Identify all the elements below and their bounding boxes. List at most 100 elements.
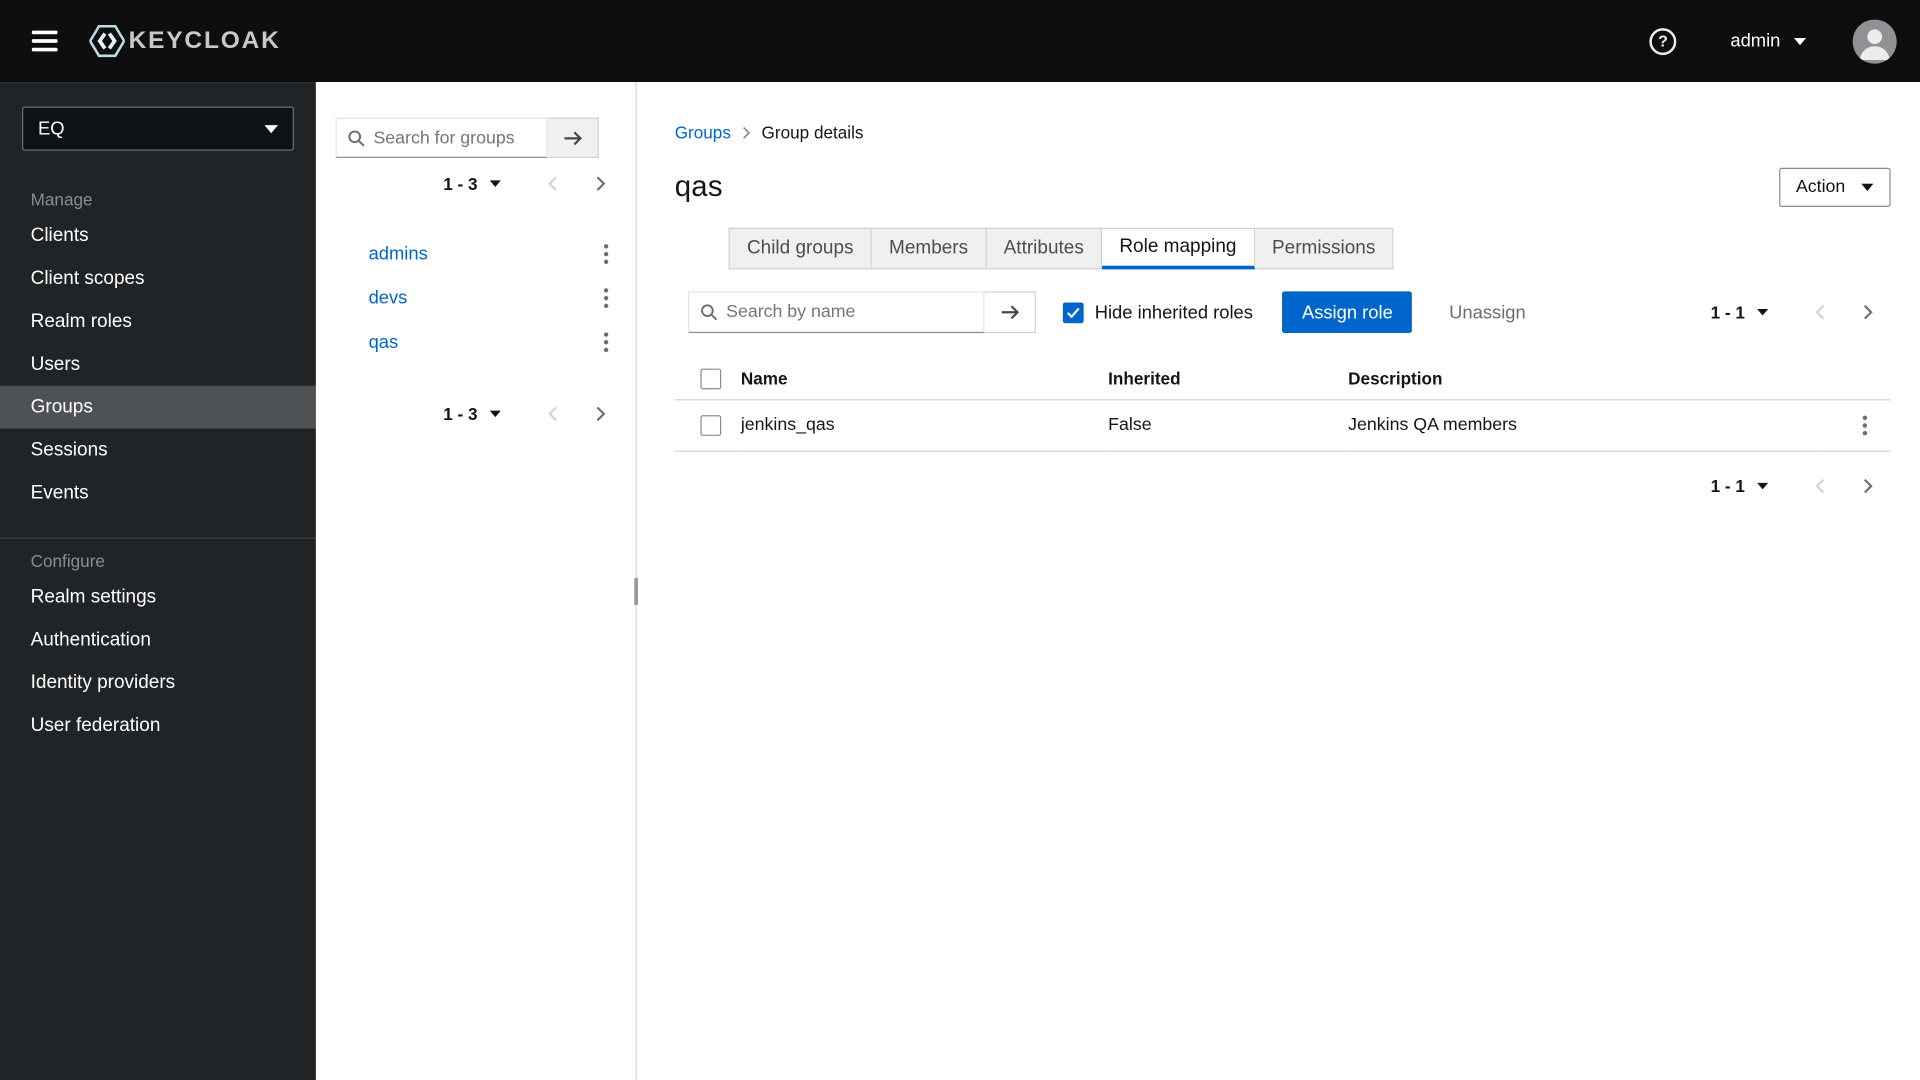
caret-down-icon [489,180,501,187]
kebab-icon [1862,415,1868,436]
pagination-next-button[interactable] [1845,470,1890,502]
sidebar-item-user-federation[interactable]: User federation [0,704,316,747]
action-label: Action [1795,177,1846,198]
hide-inherited-roles-label: Hide inherited roles [1094,301,1253,323]
groups-search [335,117,599,158]
sidebar-item-realm-settings[interactable]: Realm settings [0,576,316,619]
role-search-submit-button[interactable] [984,291,1036,334]
pagination-prev-button[interactable] [1798,296,1843,328]
roles-pagination-bottom-row: 1 - 1 [675,469,1891,503]
search-icon [701,304,718,321]
menu-toggle-button[interactable] [24,23,64,59]
pagination-range: 1 - 3 [443,173,478,194]
list-item: qas [316,320,636,364]
sidebar-item-sessions[interactable]: Sessions [0,429,316,472]
app-root: KEYCLOAK ? admin EQ Manage Clients Clien… [0,0,1920,1080]
pagination-next-button[interactable] [578,168,623,200]
pagination-menu-toggle[interactable]: 1 - 3 [433,167,510,201]
groups-tree-panel: 1 - 3 admins devs [315,82,638,1080]
pagination-prev-button[interactable] [530,398,575,430]
kebab-menu-icon[interactable] [593,326,620,357]
user-menu-dropdown[interactable]: admin [1730,30,1807,52]
page-header: qas Action [675,167,1891,209]
pagination-next-button[interactable] [1845,296,1890,328]
caret-down-icon [1757,482,1769,490]
table-row: jenkins_qas False Jenkins QA members [674,399,1891,452]
tab-bar: Child groups Members Attributes Role map… [728,227,1891,270]
action-dropdown-button[interactable]: Action [1778,167,1891,207]
group-link-qas[interactable]: qas [369,331,399,352]
help-icon[interactable]: ? [1649,27,1677,55]
sidebar-item-realm-roles[interactable]: Realm roles [0,300,316,343]
tab-attributes[interactable]: Attributes [986,227,1103,270]
nav-section-configure: Configure Realm settings Authentication … [0,537,316,747]
sidebar-item-groups[interactable]: Groups [0,385,316,429]
sidebar-item-authentication[interactable]: Authentication [0,618,316,661]
kebab-menu-icon[interactable] [593,282,620,313]
caret-down-icon [1757,308,1769,316]
role-name-cell: jenkins_qas [740,399,1109,452]
pagination-prev-button[interactable] [530,168,575,200]
breadcrumb: Groups Group details [675,122,1891,142]
select-all-checkbox[interactable] [700,368,722,390]
page-title: qas [674,170,723,204]
breadcrumb-current: Group details [761,122,864,143]
nav-section-title: Manage [30,189,93,210]
role-search-box [688,291,985,334]
chevron-left-icon [1815,478,1825,494]
column-header-name: Name [740,357,1109,401]
pagination-range: 1 - 1 [1710,476,1745,496]
tab-child-groups[interactable]: Child groups [728,227,872,270]
role-search-input[interactable] [726,302,973,323]
sidebar-item-identity-providers[interactable]: Identity providers [0,661,316,704]
brand-wordmark: KEYCLOAK [128,26,281,54]
column-header-actions [1822,357,1891,401]
pagination-prev-button[interactable] [1798,470,1843,502]
role-mapping-table: Name Inherited Description jenkins_qas F… [674,357,1891,452]
row-checkbox[interactable] [700,414,722,436]
chevron-left-icon [1815,305,1825,320]
sidebar-item-users[interactable]: Users [0,343,316,386]
avatar-icon [1852,18,1897,64]
role-inherited-cell: False [1108,399,1349,452]
groups-search-input[interactable] [373,127,536,148]
hamburger-icon [31,47,58,52]
tab-members[interactable]: Members [871,227,987,270]
sidebar-item-client-scopes[interactable]: Client scopes [0,257,316,300]
groups-search-submit-button[interactable] [547,117,599,158]
username-label: admin [1730,30,1781,52]
column-header-inherited: Inherited [1108,357,1349,401]
avatar[interactable] [1852,18,1897,64]
checkbox-checked-icon[interactable] [1062,301,1084,323]
group-link-devs[interactable]: devs [369,287,408,308]
chevron-left-icon [548,406,557,422]
realm-selector[interactable]: EQ [22,106,294,151]
breadcrumb-groups-link[interactable]: Groups [675,122,731,142]
sidebar-nav: EQ Manage Clients Client scopes Realm ro… [0,82,316,1080]
hide-inherited-roles-checkbox[interactable]: Hide inherited roles [1062,301,1253,323]
pagination-menu-toggle[interactable]: 1 - 3 [433,397,510,431]
top-bar: KEYCLOAK ? admin [0,0,1920,83]
pagination-menu-toggle[interactable]: 1 - 1 [1701,469,1778,503]
sidebar-item-events[interactable]: Events [0,471,316,514]
kebab-icon [603,243,609,264]
main-layout: EQ Manage Clients Client scopes Realm ro… [0,82,1920,1080]
unassign-button[interactable]: Unassign [1439,302,1535,323]
hamburger-icon [31,30,58,35]
panel-resize-handle[interactable] [634,577,638,605]
pagination-range: 1 - 1 [1710,302,1745,323]
pagination-menu-toggle[interactable]: 1 - 1 [1701,295,1778,329]
group-link-admins[interactable]: admins [369,243,428,264]
keycloak-logo-icon [89,24,125,58]
assign-role-button[interactable]: Assign role [1282,291,1413,334]
kebab-icon [603,287,609,308]
column-header-description: Description [1348,357,1823,401]
pagination-next-button[interactable] [578,398,623,430]
kebab-menu-icon[interactable] [593,238,620,269]
tab-role-mapping[interactable]: Role mapping [1102,227,1255,270]
sidebar-item-clients[interactable]: Clients [0,214,316,257]
row-kebab-menu-icon[interactable] [1851,410,1878,441]
caret-down-icon [489,410,501,418]
tab-permissions[interactable]: Permissions [1254,227,1394,270]
chevron-right-icon [1863,305,1873,320]
